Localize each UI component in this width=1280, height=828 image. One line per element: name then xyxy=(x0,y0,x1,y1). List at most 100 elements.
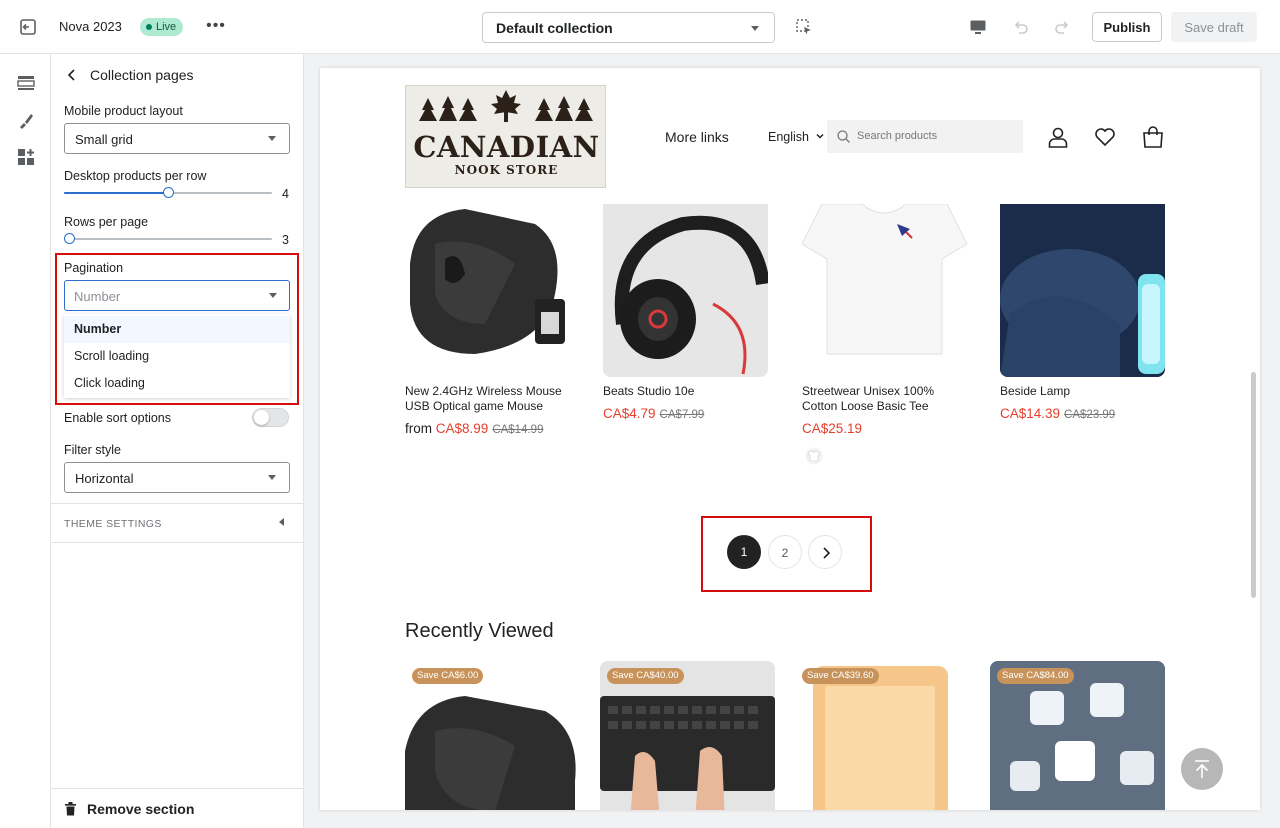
compare-price: CA$7.99 xyxy=(659,409,705,421)
recent-item-wall-lights[interactable]: Save CA$84.00 xyxy=(990,661,1165,810)
product-price: CA$14.39 CA$23.99 xyxy=(1000,406,1115,421)
inspector-icon[interactable] xyxy=(795,18,813,36)
slider-fill xyxy=(64,192,168,194)
divider xyxy=(51,788,303,789)
product-name[interactable]: Beats Studio 10e xyxy=(603,384,773,399)
enable-sort-label: Enable sort options xyxy=(64,411,172,425)
chevron-down-icon[interactable] xyxy=(816,132,824,140)
rows-per-page-label: Rows per page xyxy=(64,215,149,229)
slider-thumb[interactable] xyxy=(64,233,75,244)
undo-icon[interactable] xyxy=(1011,17,1031,37)
store-preview: CANADIAN NOOK STORE More links English S… xyxy=(320,68,1260,810)
product-price: CA$25.19 xyxy=(802,421,862,436)
logo-brand-text: CANADIAN xyxy=(413,130,600,164)
redo-icon[interactable] xyxy=(1052,17,1072,37)
divider xyxy=(51,503,303,504)
filter-style-value: Horizontal xyxy=(75,471,134,486)
recent-item-mouse[interactable]: Save CA$6.00 xyxy=(405,661,579,810)
exit-icon[interactable] xyxy=(18,17,38,37)
compare-price: CA$23.99 xyxy=(1064,409,1116,421)
save-badge: Save CA$6.00 xyxy=(412,668,484,684)
preview-scrollbar[interactable] xyxy=(1251,372,1256,598)
back-icon[interactable] xyxy=(66,68,78,82)
product-image-headphones[interactable] xyxy=(603,204,768,377)
sale-price: CA$14.39 xyxy=(1000,406,1061,421)
product-image-tshirt[interactable] xyxy=(802,204,967,377)
recent-item-night-lamp[interactable]: Save CA$39.60 xyxy=(795,661,970,810)
trash-icon xyxy=(65,802,76,816)
collection-select[interactable]: Default collection xyxy=(482,12,775,43)
lamp-image xyxy=(1000,204,1165,377)
desktop-per-row-value: 4 xyxy=(282,187,289,201)
slider-track xyxy=(64,238,272,240)
mobile-layout-value: Small grid xyxy=(75,132,133,147)
product-image-mouse[interactable] xyxy=(405,204,570,377)
save-badge: Save CA$40.00 xyxy=(607,668,684,684)
recently-viewed-title: Recently Viewed xyxy=(405,620,554,642)
chevron-left-icon[interactable] xyxy=(279,518,284,526)
headphones-image xyxy=(603,204,768,377)
editor-rail xyxy=(0,54,51,828)
price-prefix: from xyxy=(405,421,436,436)
language-select[interactable]: English xyxy=(768,130,809,144)
enable-sort-toggle[interactable] xyxy=(252,408,289,427)
cart-bag-icon[interactable] xyxy=(1141,125,1165,149)
account-icon[interactable] xyxy=(1046,125,1070,149)
panel-title: Collection pages xyxy=(90,67,194,83)
search-icon xyxy=(837,130,850,143)
product-name[interactable]: Beside Lamp xyxy=(1000,384,1170,399)
save-badge: Save CA$84.00 xyxy=(997,668,1074,684)
desktop-per-row-label: Desktop products per row xyxy=(64,169,207,183)
mobile-layout-label: Mobile product layout xyxy=(64,104,183,118)
tshirt-image xyxy=(802,204,967,355)
theme-name: Nova 2023 xyxy=(59,19,122,34)
remove-section-label: Remove section xyxy=(87,801,195,817)
chevron-down-icon xyxy=(268,136,276,141)
highlight-box-pagination xyxy=(55,253,299,405)
back-to-top-button[interactable] xyxy=(1181,748,1223,790)
status-dot-icon xyxy=(146,24,152,30)
theme-settings-toggle[interactable]: THEME SETTINGS xyxy=(64,518,162,530)
mouse-image xyxy=(410,209,565,354)
divider xyxy=(51,542,303,543)
rows-per-page-slider[interactable] xyxy=(64,232,272,246)
editor-topbar: Nova 2023 Live ••• Default collection Pu… xyxy=(0,0,1280,54)
slider-thumb[interactable] xyxy=(163,187,174,198)
theme-settings-brush-icon[interactable] xyxy=(17,112,35,130)
desktop-view-icon[interactable] xyxy=(968,17,988,37)
publish-button[interactable]: Publish xyxy=(1092,12,1162,42)
filter-style-label: Filter style xyxy=(64,443,121,457)
live-badge: Live xyxy=(140,18,184,36)
rows-per-page-value: 3 xyxy=(282,233,289,247)
product-name[interactable]: New 2.4GHz Wireless Mouse USB Optical ga… xyxy=(405,384,575,414)
nav-more-links[interactable]: More links xyxy=(665,129,729,145)
sale-price: CA$8.99 xyxy=(435,421,489,436)
settings-panel: Collection pages Mobile product layout S… xyxy=(51,54,304,828)
remove-section-button[interactable]: Remove section xyxy=(64,801,194,817)
save-badge: Save CA$39.60 xyxy=(802,668,879,684)
sale-price: CA$25.19 xyxy=(802,421,863,436)
logo-sub-text: NOOK STORE xyxy=(454,163,559,177)
recent-item-keyboard[interactable]: Save CA$40.00 xyxy=(600,661,775,810)
collection-select-value: Default collection xyxy=(496,20,613,36)
search-placeholder: Search products xyxy=(857,130,938,142)
product-image-lamp[interactable] xyxy=(1000,204,1165,377)
product-name[interactable]: Streetwear Unisex 100% Cotton Loose Basi… xyxy=(802,384,972,414)
chevron-down-icon xyxy=(268,475,276,480)
store-logo[interactable]: CANADIAN NOOK STORE xyxy=(405,85,606,188)
color-swatch-icon[interactable] xyxy=(805,447,823,465)
arrow-up-icon xyxy=(1195,760,1209,778)
product-price: CA$4.79 CA$7.99 xyxy=(603,406,704,421)
search-bar[interactable]: Search products xyxy=(827,120,1023,153)
more-actions-icon[interactable]: ••• xyxy=(205,16,227,38)
filter-style-select[interactable]: Horizontal xyxy=(64,462,290,493)
highlight-box-pagination-preview xyxy=(701,516,872,592)
mobile-layout-select[interactable]: Small grid xyxy=(64,123,290,154)
sale-price: CA$4.79 xyxy=(603,406,656,421)
wishlist-heart-icon[interactable] xyxy=(1093,125,1117,149)
sections-icon[interactable] xyxy=(17,74,35,92)
save-draft-button[interactable]: Save draft xyxy=(1171,12,1257,42)
desktop-per-row-slider[interactable] xyxy=(64,186,272,200)
live-badge-label: Live xyxy=(156,21,177,33)
apps-icon[interactable] xyxy=(17,148,35,166)
